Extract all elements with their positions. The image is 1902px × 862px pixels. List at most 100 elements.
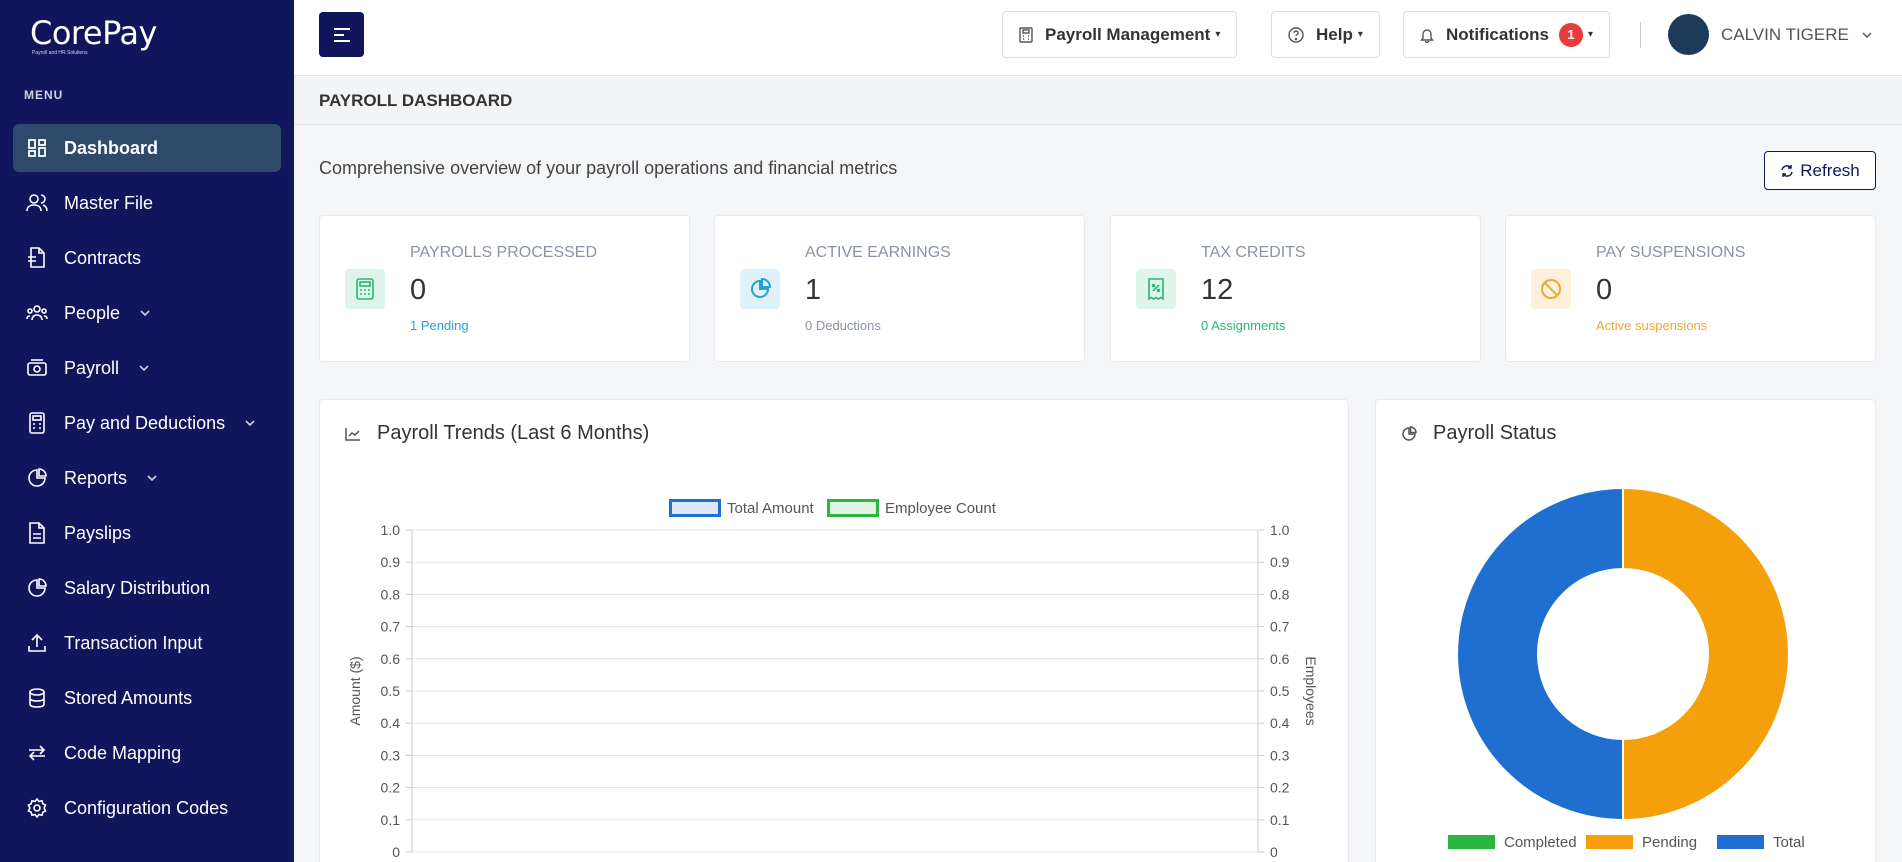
y2-tick-label: 0.4	[1270, 715, 1290, 731]
sidebar-item-label: Dashboard	[64, 137, 159, 158]
stat-label: ACTIVE EARNINGS	[805, 244, 951, 261]
page-title: PAYROLL DASHBOARD	[319, 91, 513, 110]
chevron-down-icon	[243, 416, 257, 430]
y-tick-label: 0.7	[381, 619, 401, 635]
y-tick-label: 1.0	[381, 522, 401, 538]
legend-label[interactable]: Completed	[1504, 834, 1577, 851]
y-tick-label: 0.2	[381, 780, 401, 796]
donut-slice-total[interactable]	[1456, 486, 1624, 822]
sidebar-item-configuration-codes[interactable]: Configuration Codes	[13, 784, 281, 832]
document-icon	[26, 247, 48, 269]
swap-icon	[26, 742, 48, 764]
sidebar-item-label: Code Mapping	[64, 742, 182, 763]
pie-chart-icon	[26, 577, 48, 599]
sidebar: CorePay Payroll and HR Solutions MENU Da…	[0, 0, 294, 862]
user-name: CALVIN TIGERE	[1721, 24, 1849, 44]
menu-toggle-button[interactable]	[319, 12, 364, 57]
sidebar-item-master-file[interactable]: Master File	[13, 179, 281, 227]
sidebar-item-people[interactable]: People	[13, 289, 281, 337]
sidebar-item-dashboard[interactable]: Dashboard	[13, 124, 281, 172]
legend-swatch	[1717, 835, 1764, 849]
y-tick-label: 0.9	[381, 554, 401, 570]
refresh-icon	[1780, 164, 1794, 178]
chevron-down-icon	[137, 361, 151, 375]
y2-tick-label: 1.0	[1270, 522, 1290, 538]
refresh-label: Refresh	[1800, 160, 1860, 180]
calculator-icon	[26, 412, 48, 434]
sidebar-item-payroll[interactable]: Payroll	[13, 344, 281, 392]
calculator-icon	[1019, 26, 1033, 43]
brand-logo[interactable]: CorePay Payroll and HR Solutions	[30, 14, 157, 56]
caret-down-icon: ▾	[1215, 29, 1221, 40]
sidebar-item-label: Pay and Deductions	[64, 412, 226, 433]
legend-swatch	[1586, 835, 1633, 849]
legend-label[interactable]: Pending	[1642, 834, 1697, 851]
payroll-management-dropdown[interactable]: Payroll Management ▾	[1002, 11, 1238, 58]
stat-sub: Active suspensions	[1596, 318, 1708, 333]
sidebar-item-contracts[interactable]: Contracts	[13, 234, 281, 282]
y-tick-label: 0.1	[381, 812, 401, 828]
payroll-status-chart: Completed Pending Total	[1448, 486, 1805, 851]
hamburger-icon	[333, 27, 350, 42]
stat-card-active-earnings: ACTIVE EARNINGS 1 0 Deductions	[714, 215, 1085, 362]
users-icon	[26, 192, 48, 214]
y2-tick-label: 0.1	[1270, 812, 1290, 828]
page-header: PAYROLL DASHBOARD	[294, 77, 1902, 125]
sidebar-item-label: Payslips	[64, 522, 132, 543]
sidebar-item-label: Payroll	[64, 357, 120, 378]
help-label: Help	[1316, 24, 1353, 44]
y2-tick-label: 0.9	[1270, 554, 1290, 570]
gear-icon	[26, 797, 48, 819]
stat-sub: 0 Assignments	[1201, 318, 1286, 333]
calculator-icon	[345, 269, 385, 309]
sidebar-item-payslips[interactable]: Payslips	[13, 509, 281, 557]
stat-value: 0	[410, 274, 427, 306]
sidebar-item-reports[interactable]: Reports	[13, 454, 281, 502]
pie-chart-icon	[740, 269, 780, 309]
upload-icon	[26, 632, 48, 654]
y-tick-label: 0.6	[381, 651, 401, 667]
sidebar-item-label: Salary Distribution	[64, 577, 211, 598]
sidebar-item-stored-amounts[interactable]: Stored Amounts	[13, 674, 281, 722]
chevron-down-icon	[1861, 29, 1873, 41]
notifications-label: Notifications	[1446, 24, 1549, 44]
stat-label: PAY SUSPENSIONS	[1596, 244, 1746, 261]
stat-sub: 0 Deductions	[805, 318, 881, 333]
sidebar-item-label: People	[64, 302, 121, 323]
stat-label: PAYROLLS PROCESSED	[410, 244, 598, 261]
donut-slice-pending[interactable]	[1622, 486, 1790, 822]
refresh-button[interactable]: Refresh	[1764, 151, 1876, 190]
legend-label[interactable]: Total	[1773, 834, 1805, 851]
sidebar-item-code-mapping[interactable]: Code Mapping	[13, 729, 281, 777]
notifications-dropdown[interactable]: Notifications 1 ▾	[1403, 11, 1610, 58]
brand-name: CorePay	[30, 14, 157, 52]
stat-card-tax-credits: TAX CREDITS 12 0 Assignments	[1110, 215, 1481, 362]
y-tick-label: 0.8	[381, 586, 401, 602]
sidebar-item-pay-and-deductions[interactable]: Pay and Deductions	[13, 399, 281, 447]
menu-label: MENU	[24, 88, 64, 102]
y-tick-label: 0.5	[381, 683, 401, 699]
topbar: Payroll Management ▾ Help ▾ Notification…	[294, 0, 1902, 76]
notification-count-badge: 1	[1558, 22, 1583, 47]
payroll-status-panel: Payroll Status Completed Pending Total	[1375, 399, 1876, 862]
y2-tick-label: 0.5	[1270, 683, 1290, 699]
y-axis-label: Amount ($)	[347, 656, 363, 725]
sidebar-item-salary-distribution[interactable]: Salary Distribution	[13, 564, 281, 612]
y2-tick-label: 0.8	[1270, 586, 1290, 602]
stat-value: 12	[1201, 274, 1234, 306]
topbar-divider	[1640, 22, 1641, 48]
sidebar-nav: Dashboard Master File Contracts People P…	[13, 124, 281, 839]
y2-tick-label: 0	[1270, 844, 1278, 860]
payroll-trends-panel: Payroll Trends (Last 6 Months) Total Amo…	[319, 399, 1349, 862]
y2-tick-label: 0.2	[1270, 780, 1290, 796]
sidebar-item-transaction-input[interactable]: Transaction Input	[13, 619, 281, 667]
help-dropdown[interactable]: Help ▾	[1271, 11, 1380, 58]
chevron-down-icon	[138, 306, 152, 320]
y2-tick-label: 0.7	[1270, 619, 1290, 635]
user-menu[interactable]: CALVIN TIGERE	[1668, 14, 1873, 55]
y2-tick-label: 0.6	[1270, 651, 1290, 667]
y-tick-label: 0.4	[381, 715, 401, 731]
ban-icon	[1531, 269, 1571, 309]
file-icon	[26, 522, 48, 544]
people-icon	[26, 302, 48, 324]
